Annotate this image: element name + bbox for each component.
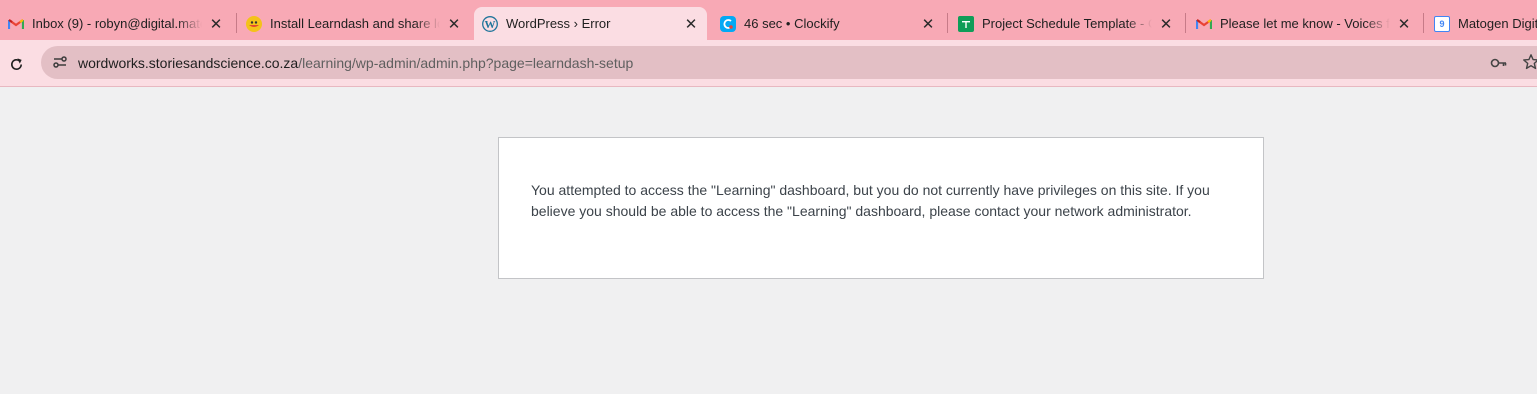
error-box: You attempted to access the "Learning" d… — [498, 137, 1264, 279]
tab-title: Install Learndash and share login — [270, 16, 440, 31]
tab-title: Project Schedule Template - Google Sheet… — [982, 16, 1152, 31]
tab-title: Inbox (9) - robyn@digital.matogen.com — [32, 16, 202, 31]
tab-title: Please let me know - Voices for — [1220, 16, 1390, 31]
close-icon[interactable]: ✕ — [1396, 15, 1412, 33]
task-app-icon — [246, 15, 262, 32]
page-content: You attempted to access the "Learning" d… — [0, 88, 1537, 394]
close-icon[interactable]: ✕ — [1158, 15, 1174, 33]
close-icon[interactable]: ✕ — [446, 15, 462, 33]
svg-text:W: W — [485, 18, 496, 30]
tab-title: Matogen Digit — [1458, 16, 1537, 31]
tab-separator — [236, 13, 237, 33]
tab-separator — [1423, 13, 1424, 33]
url-text[interactable]: wordworks.storiesandscience.co.za/learni… — [78, 55, 633, 71]
site-info-icon[interactable] — [51, 53, 69, 71]
sheets-icon — [958, 15, 974, 32]
tab-separator — [1185, 13, 1186, 33]
tab-title: WordPress › Error — [506, 16, 611, 31]
close-icon[interactable]: ✕ — [208, 15, 224, 33]
calendar-icon: 9 — [1434, 15, 1450, 32]
tab-please-let-me-know[interactable]: Please let me know - Voices for ✕ — [1188, 7, 1420, 40]
close-icon[interactable]: ✕ — [920, 15, 936, 33]
url-path: /learning/wp-admin/admin.php?page=learnd… — [298, 55, 634, 71]
url-host: wordworks.storiesandscience.co.za — [78, 55, 299, 71]
tab-title: 46 sec • Clockify — [744, 16, 840, 31]
tab-project-schedule[interactable]: Project Schedule Template - Google Sheet… — [950, 7, 1182, 40]
tab-wordpress-error[interactable]: W WordPress › Error ✕ — [474, 7, 707, 40]
address-bar[interactable]: wordworks.storiesandscience.co.za/learni… — [41, 46, 1537, 79]
error-message: You attempted to access the "Learning" d… — [531, 182, 1210, 219]
gmail-icon — [1196, 16, 1212, 32]
password-key-icon[interactable] — [1490, 54, 1508, 72]
tab-gmail-inbox[interactable]: Inbox (9) - robyn@digital.matogen.com ✕ — [0, 7, 232, 40]
bookmark-star-icon[interactable] — [1522, 53, 1537, 71]
tab-install-learndash[interactable]: Install Learndash and share login ✕ — [238, 7, 470, 40]
wordpress-icon: W — [482, 15, 498, 32]
clockify-icon — [720, 15, 736, 32]
close-icon[interactable]: ✕ — [683, 15, 699, 33]
browser-toolbar: wordworks.storiesandscience.co.za/learni… — [0, 40, 1537, 87]
gmail-icon — [8, 16, 24, 32]
tab-strip: Inbox (9) - robyn@digital.matogen.com ✕ … — [0, 0, 1537, 40]
tab-separator — [947, 13, 948, 33]
tab-clockify[interactable]: 46 sec • Clockify ✕ — [712, 7, 944, 40]
reload-icon[interactable] — [6, 54, 26, 74]
tab-matogen-digital[interactable]: 9 Matogen Digit — [1426, 7, 1537, 40]
